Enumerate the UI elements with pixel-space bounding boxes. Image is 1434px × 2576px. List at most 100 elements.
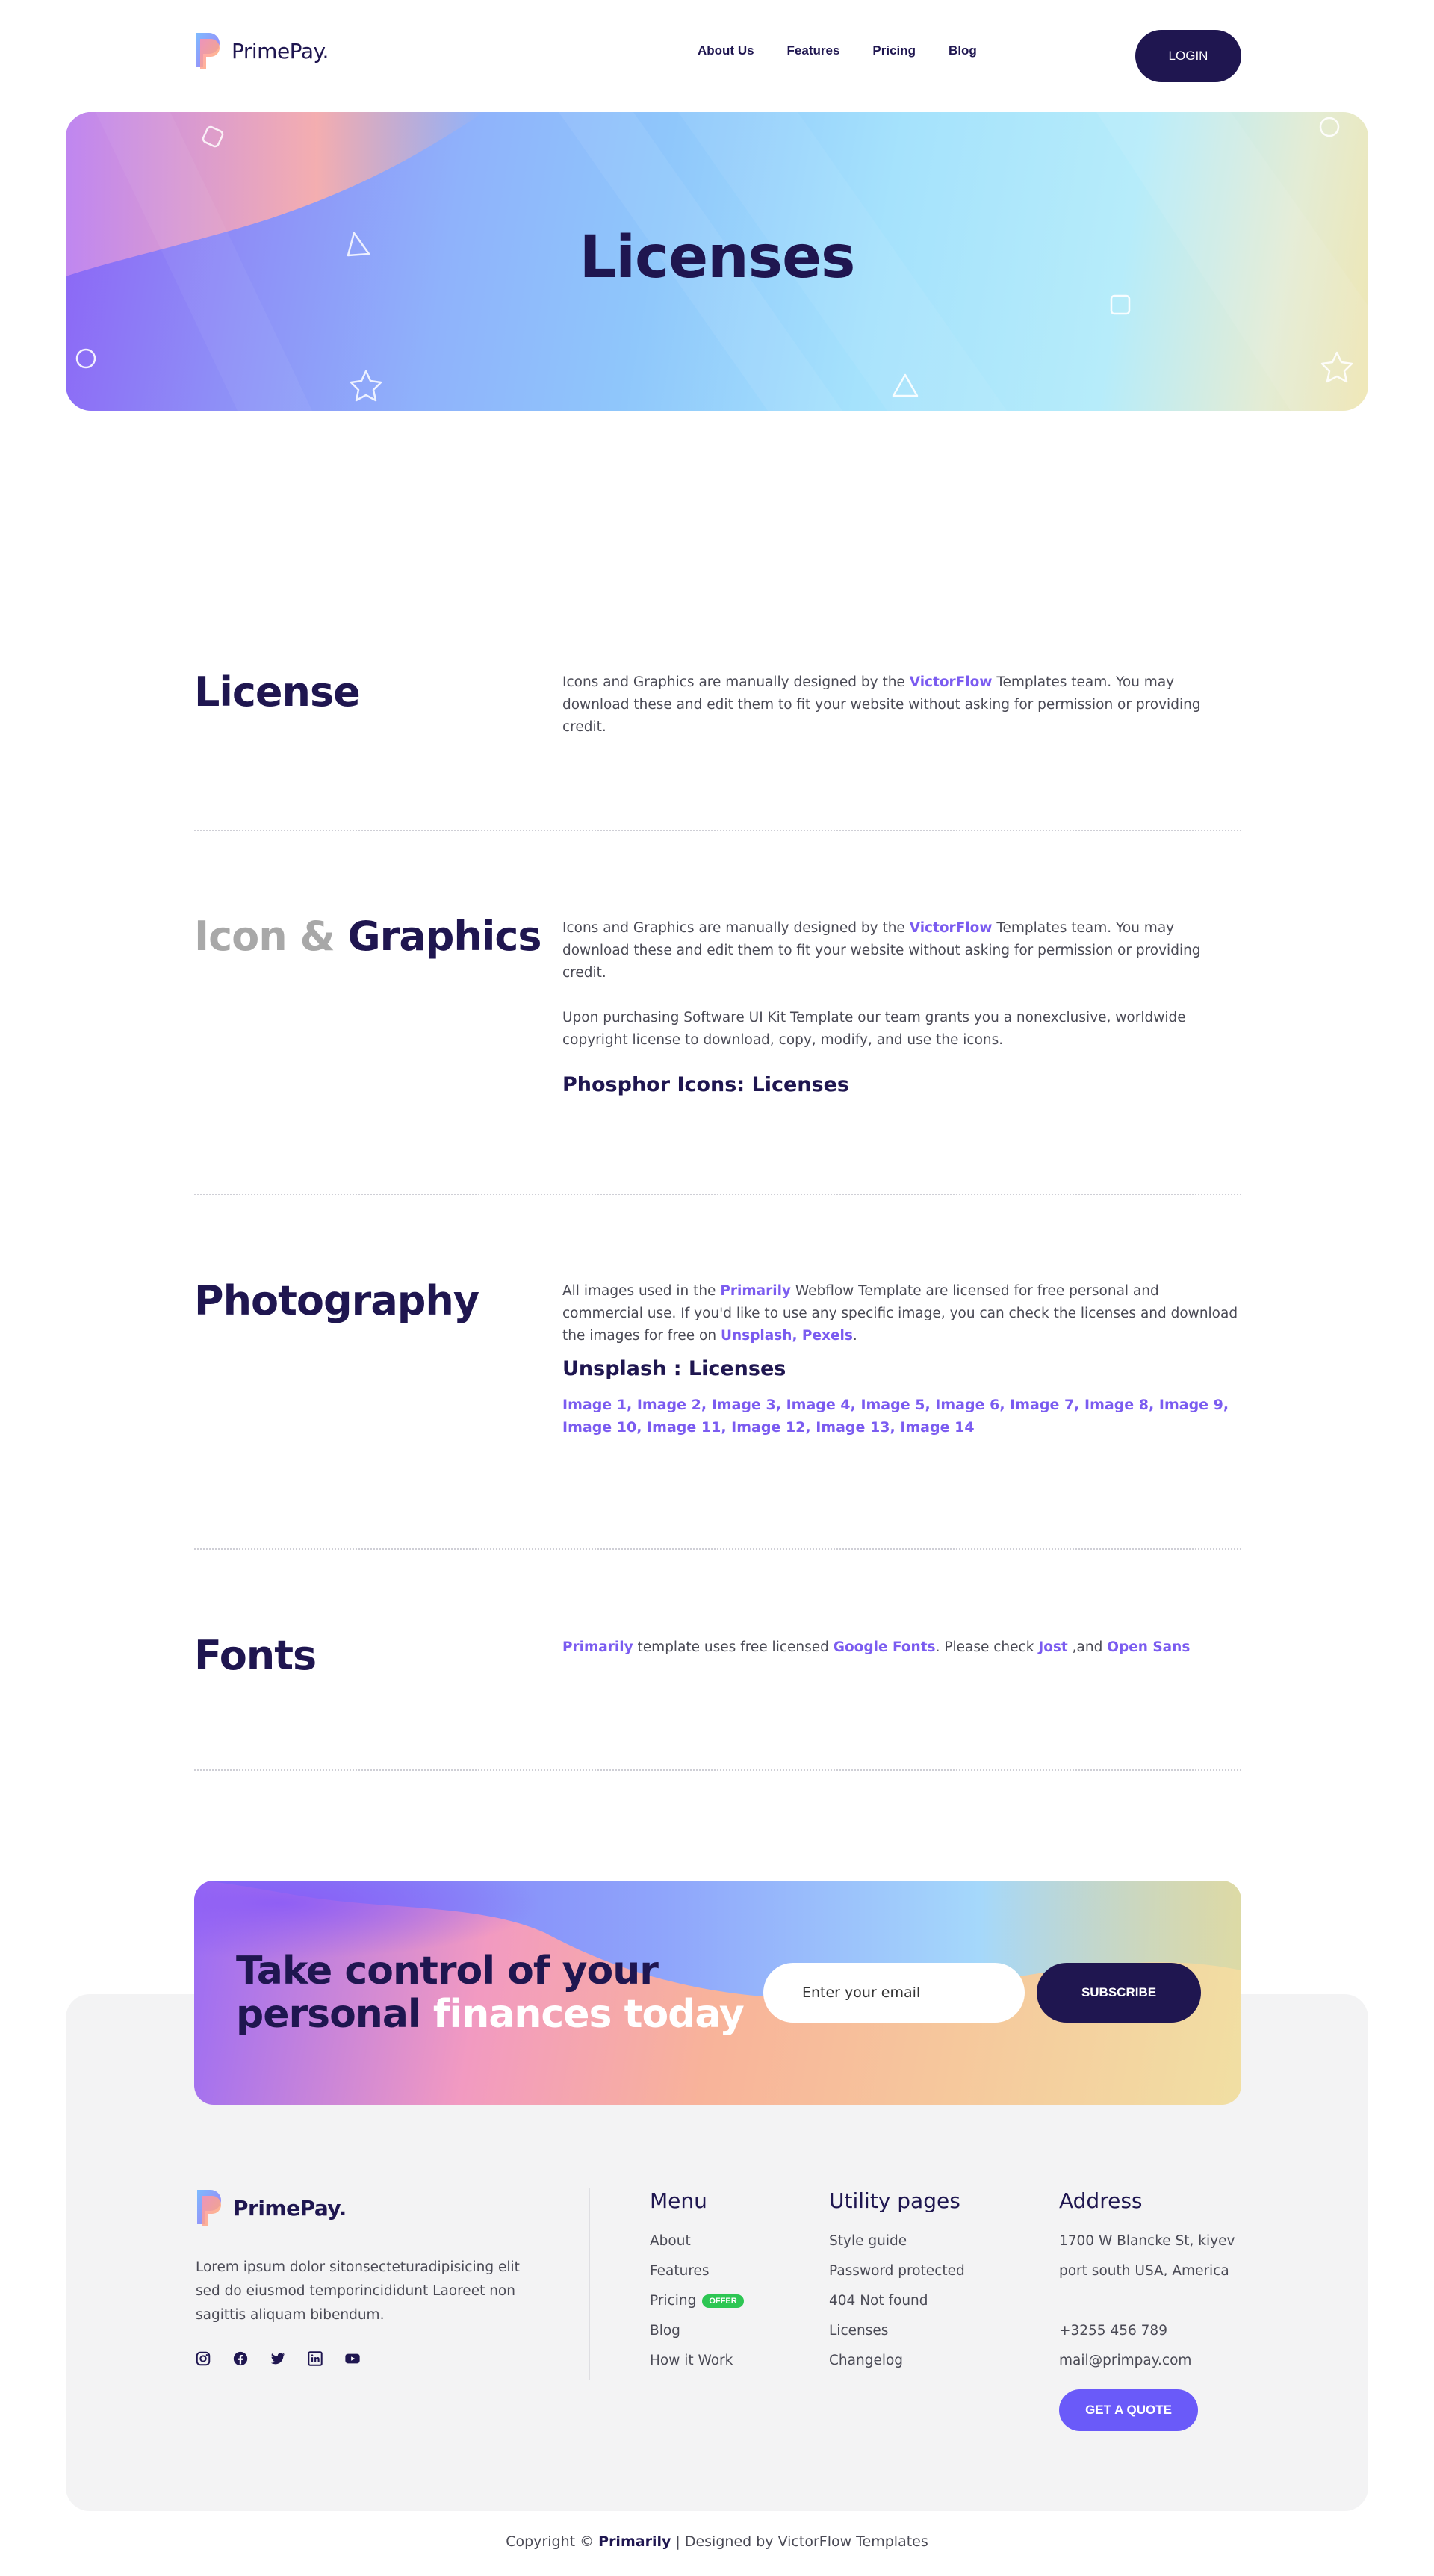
image-link[interactable]: Image 4 [786, 1397, 851, 1413]
image-link[interactable]: Image 12 [731, 1419, 805, 1436]
paragraph-part: ,and [1067, 1639, 1108, 1655]
email-input[interactable] [763, 1963, 1025, 2023]
google-fonts-link[interactable]: Google Fonts [834, 1639, 936, 1655]
footer-menu-column: Menu About Features Pricing OFFER Blog Ho… [650, 2188, 744, 2376]
section-divider [194, 1548, 1241, 1550]
copyright-brand: Primarily [598, 2533, 671, 2550]
paragraph-part: All images used in the [562, 1283, 721, 1299]
victorflow-link[interactable]: VictorFlow [910, 920, 993, 936]
footer-brand-logo[interactable]: PrimePay. [194, 2188, 347, 2227]
paragraph-part: . Please check [935, 1639, 1039, 1655]
paragraph-part: Icons and Graphics are manually designed… [562, 920, 910, 936]
section-title-license: License [194, 668, 361, 716]
photography-text: All images used in the Primarily Webflow… [562, 1280, 1242, 1438]
copyright-text: Copyright © Primarily | Designed by Vict… [0, 2533, 1434, 2550]
social-links [194, 2350, 361, 2368]
phosphor-icons-heading: Phosphor Icons: Licenses [562, 1073, 849, 1096]
image-link[interactable]: Image 10 [562, 1419, 636, 1436]
cta-heading: Take control of your personal finances t… [236, 1949, 745, 2037]
address-line-1: 1700 W Blancke St, kiyev [1059, 2233, 1235, 2249]
image-link[interactable]: Image 6 [935, 1397, 999, 1413]
image-link[interactable]: Image 3 [712, 1397, 776, 1413]
logo-icon [194, 2188, 229, 2227]
image-link[interactable]: Image 14 [900, 1419, 974, 1436]
copyright-post: | Designed by VictorFlow Templates [671, 2533, 928, 2550]
footer-link-how-it-work[interactable]: How it Work [650, 2346, 744, 2376]
brand-logo[interactable]: PrimePay. [193, 31, 329, 70]
paragraph-part: template uses free licensed [633, 1639, 834, 1655]
title-main-part: Graphics [347, 913, 541, 960]
newsletter-cta: Take control of your personal finances t… [194, 1881, 1241, 2105]
victorflow-link[interactable]: VictorFlow [910, 674, 993, 690]
nav-link-about-us[interactable]: About Us [698, 43, 754, 58]
address-line-2: port south USA, America [1059, 2263, 1229, 2279]
image-link[interactable]: Image 1 [562, 1397, 627, 1413]
image-link[interactable]: Image 7 [1010, 1397, 1074, 1413]
brand-name: PrimePay. [232, 38, 329, 63]
primarily-link[interactable]: Primarily [562, 1639, 633, 1655]
footer-link-about[interactable]: About [650, 2226, 744, 2256]
open-sans-link[interactable]: Open Sans [1107, 1639, 1190, 1655]
section-divider [194, 1194, 1241, 1195]
cta-heading-line2: personal [236, 1992, 433, 2037]
section-divider [194, 1769, 1241, 1771]
footer-address-column: Address 1700 W Blancke St, kiyev port so… [1059, 2188, 1235, 2431]
unsplash-licenses-heading: Unsplash : Licenses [562, 1357, 786, 1380]
email-link[interactable]: mail@primpay.com [1059, 2346, 1235, 2376]
offer-badge: OFFER [702, 2294, 744, 2308]
section-title-photography: Photography [194, 1277, 479, 1324]
icon-graphics-paragraph-2: Upon purchasing Software UI Kit Template… [562, 1010, 1186, 1048]
page-title: Licenses [579, 224, 856, 291]
footer-menu-title: Menu [650, 2188, 707, 2213]
footer-divider [589, 2188, 590, 2380]
facebook-icon[interactable] [232, 2350, 249, 2368]
cta-heading-line1: Take control of your [236, 1949, 659, 1993]
footer-link-404[interactable]: 404 Not found [829, 2286, 965, 2316]
footer-utility-title: Utility pages [829, 2188, 960, 2213]
jost-link[interactable]: Jost [1038, 1639, 1067, 1655]
footer-link-features[interactable]: Features [650, 2256, 744, 2286]
linkedin-icon[interactable] [306, 2350, 324, 2368]
license-text: Icons and Graphics are manually designed… [562, 671, 1242, 739]
footer-link-pricing[interactable]: Pricing OFFER [650, 2286, 744, 2316]
nav-link-blog[interactable]: Blog [949, 43, 977, 58]
footer-utility-column: Utility pages Style guide Password prote… [829, 2188, 965, 2376]
image-link[interactable]: Image 8 [1084, 1397, 1149, 1413]
cta-heading-highlight: finances today [432, 1992, 745, 2037]
footer-link-changelog[interactable]: Changelog [829, 2346, 965, 2376]
primarily-link[interactable]: Primarily [720, 1283, 791, 1299]
unsplash-pexels-link[interactable]: Unsplash, Pexels [721, 1328, 853, 1344]
section-divider [194, 830, 1241, 831]
image-link[interactable]: Image 11 [647, 1419, 721, 1436]
brand-name: PrimePay. [233, 2195, 347, 2220]
license-text-part: Icons and Graphics are manually designed… [562, 674, 910, 690]
fonts-text: Primarily template uses free licensed Go… [562, 1636, 1242, 1659]
icon-graphics-paragraph-1: Icons and Graphics are manually designed… [562, 917, 1242, 984]
hero-banner: Licenses [66, 112, 1368, 411]
image-link[interactable]: Image 2 [637, 1397, 701, 1413]
section-title-fonts: Fonts [194, 1632, 317, 1679]
image-link[interactable]: Image 9 [1159, 1397, 1223, 1413]
phone-link[interactable]: +3255 456 789 [1059, 2316, 1235, 2346]
footer-link-licenses[interactable]: Licenses [829, 2316, 965, 2346]
footer-link-pricing-label: Pricing [650, 2293, 697, 2309]
footer-link-blog[interactable]: Blog [650, 2316, 744, 2346]
subscribe-button[interactable]: SUBSCRIBE [1037, 1963, 1201, 2023]
footer-description: Lorem ipsum dolor sitonsecteturadipisici… [196, 2259, 520, 2323]
login-button[interactable]: LOGIN [1135, 30, 1241, 82]
logo-icon [193, 31, 227, 70]
footer-link-style-guide[interactable]: Style guide [829, 2226, 965, 2256]
image-links-list: Image 1, Image 2, Image 3, Image 4, Imag… [562, 1397, 1229, 1436]
nav-link-features[interactable]: Features [787, 43, 840, 58]
section-title-icon-graphics: Icon & Graphics [194, 913, 542, 960]
get-a-quote-button[interactable]: GET A QUOTE [1059, 2389, 1198, 2431]
copyright-pre: Copyright © [506, 2533, 599, 2550]
twitter-icon[interactable] [269, 2350, 287, 2368]
image-link[interactable]: Image 5 [860, 1397, 925, 1413]
icon-graphics-text: Icons and Graphics are manually designed… [562, 917, 1242, 1110]
instagram-icon[interactable] [194, 2350, 212, 2368]
footer-link-password-protected[interactable]: Password protected [829, 2256, 965, 2286]
nav-link-pricing[interactable]: Pricing [872, 43, 916, 58]
youtube-icon[interactable] [344, 2350, 361, 2368]
image-link[interactable]: Image 13 [816, 1419, 890, 1436]
